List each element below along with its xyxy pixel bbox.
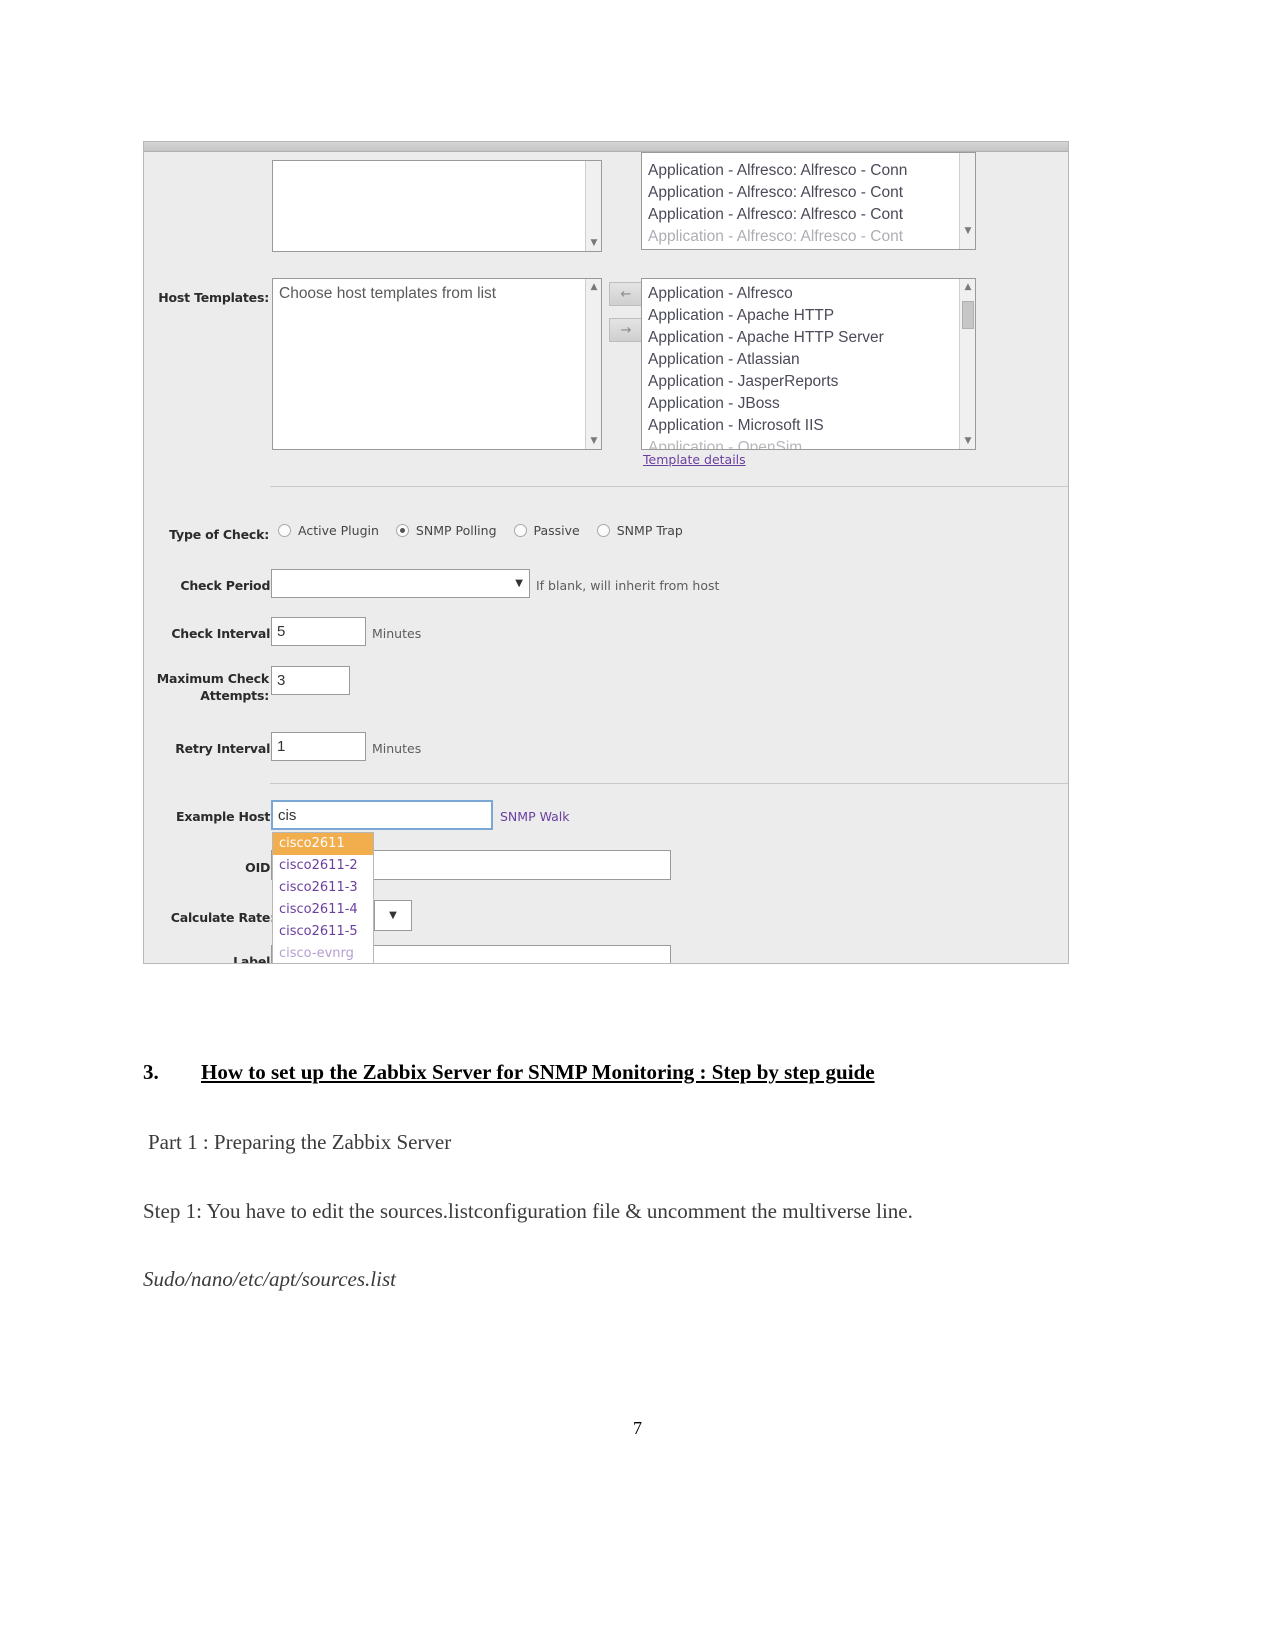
autocomplete-item[interactable]: cisco2611-2 [273, 855, 373, 877]
retry-interval-label: Retry Interval: [175, 741, 275, 756]
max-check-attempts-label: Maximum Check Attempts: [144, 670, 269, 704]
host-templates-chosen-items: Choose host templates from list [273, 279, 585, 449]
heading-number: 3. [143, 1060, 159, 1084]
list-item[interactable]: Application - Apache HTTP [648, 305, 959, 327]
radio-label: SNMP Trap [616, 523, 683, 538]
max-check-attempts-label-line2: Attempts: [200, 688, 269, 703]
scroll-down-icon[interactable]: ▼ [960, 433, 975, 449]
scroll-down-icon[interactable]: ▼ [586, 433, 601, 449]
heading-title: How to set up the Zabbix Server for SNMP… [201, 1060, 875, 1084]
embedded-screenshot: ▼ Application - Alfresco: Alfresco - Con… [143, 141, 1069, 964]
host-templates-chosen-listbox[interactable]: Choose host templates from list ▲ ▼ [272, 278, 602, 450]
list-item[interactable]: Application - Microsoft IIS [648, 415, 959, 437]
radio-active-plugin[interactable]: Active Plugin [278, 523, 379, 538]
paragraph-step1: Step 1: You have to edit the sources.lis… [143, 1199, 913, 1223]
autocomplete-item[interactable]: cisco-evnrg [273, 943, 373, 963]
scroll-down-icon[interactable]: ▼ [960, 223, 975, 239]
list-item[interactable]: Application - OpenSim [648, 437, 959, 449]
page-number: 7 [633, 1418, 642, 1438]
autocomplete-item[interactable]: cisco2611-3 [273, 877, 373, 899]
example-host-autocomplete[interactable]: cisco2611 cisco2611-2 cisco2611-3 cisco2… [272, 832, 374, 963]
list-item[interactable]: Application - Alfresco: Alfresco - Cont [648, 182, 959, 204]
paragraph-command: Sudo/nano/etc/apt/sources.list [143, 1267, 396, 1291]
template-details-link[interactable]: Template details [643, 452, 746, 467]
top-right-listbox[interactable]: Application - Alfresco: Alfresco - Conn … [641, 152, 976, 250]
host-templates-available-items: Application - Alfresco Application - Apa… [642, 279, 959, 449]
scroll-up-icon[interactable]: ▲ [586, 279, 601, 295]
check-interval-input[interactable]: 5 [271, 617, 366, 646]
add-template-button[interactable]: ← [609, 282, 643, 306]
top-left-listbox-items [273, 161, 585, 251]
scrollbar-thumb[interactable] [962, 301, 974, 329]
scroll-down-icon[interactable]: ▼ [586, 235, 601, 251]
paragraph-part1: Part 1 : Preparing the Zabbix Server [148, 1130, 452, 1154]
radio-icon-selected[interactable] [395, 524, 409, 537]
max-check-attempts-input[interactable]: 3 [271, 666, 350, 695]
list-item[interactable]: Application - Alfresco [648, 283, 959, 305]
radio-snmp-trap[interactable]: SNMP Trap [596, 523, 683, 538]
example-host-input[interactable]: cis [271, 800, 493, 830]
type-of-check-label: Type of Check: [169, 527, 269, 542]
arrow-left-icon: ← [620, 286, 632, 302]
radio-icon[interactable] [278, 524, 291, 537]
top-right-scrollbar[interactable]: ▼ [959, 153, 975, 249]
list-item[interactable]: Application - Atlassian [648, 349, 959, 371]
autocomplete-item[interactable]: cisco2611-4 [273, 899, 373, 921]
list-item-clipped[interactable] [648, 153, 959, 160]
chevron-down-icon: ▼ [389, 910, 397, 921]
top-left-scrollbar[interactable]: ▼ [585, 161, 601, 251]
radio-snmp-polling[interactable]: SNMP Polling [395, 523, 497, 538]
list-item[interactable]: Application - JasperReports [648, 371, 959, 393]
host-templates-placeholder: Choose host templates from list [279, 285, 497, 302]
example-host-label: Example Host: [176, 809, 275, 824]
calculate-rate-label: Calculate Rate: [170, 910, 275, 925]
max-check-attempts-label-line1: Maximum Check [156, 671, 269, 686]
retry-interval-unit: Minutes [372, 741, 422, 756]
radio-label: Passive [533, 523, 580, 538]
remove-template-button[interactable]: → [609, 318, 643, 342]
calculate-rate-select[interactable]: ▼ [374, 900, 412, 931]
section-divider-2 [270, 783, 1068, 784]
radio-label: SNMP Polling [415, 523, 497, 538]
retry-interval-input[interactable]: 1 [271, 732, 366, 761]
top-right-listbox-items: Application - Alfresco: Alfresco - Conn … [642, 153, 959, 249]
chevron-down-icon: ▼ [515, 578, 523, 589]
radio-label: Active Plugin [298, 523, 379, 538]
scroll-up-icon[interactable]: ▲ [960, 279, 975, 295]
list-item[interactable]: Application - Alfresco: Alfresco - Cont [648, 226, 959, 248]
window-titlebar [144, 142, 1068, 152]
autocomplete-item-selected[interactable]: cisco2611 [273, 833, 373, 855]
label-field-label: Label: [233, 954, 275, 964]
check-period-label: Check Period: [180, 578, 275, 593]
check-interval-label: Check Interval: [171, 626, 275, 641]
host-templates-available-listbox[interactable]: Application - Alfresco Application - Apa… [641, 278, 976, 450]
type-of-check-radio-group[interactable]: Active Plugin SNMP Polling Passive SNMP … [278, 523, 700, 538]
radio-icon[interactable] [596, 524, 610, 537]
host-templates-label: Host Templates: [158, 290, 269, 305]
list-item[interactable]: Application - Alfresco: Alfresco - Cont [648, 204, 959, 226]
top-left-listbox[interactable]: ▼ [272, 160, 602, 252]
oid-label: OID: [245, 860, 275, 875]
host-templates-available-scrollbar[interactable]: ▲ ▼ [959, 279, 975, 449]
arrow-right-icon: → [620, 322, 632, 338]
list-item[interactable]: Application - JBoss [648, 393, 959, 415]
check-period-select[interactable]: ▼ [271, 569, 530, 598]
autocomplete-item[interactable]: cisco2611-5 [273, 921, 373, 943]
list-item[interactable]: Application - Alfresco: Alfresco - Conn [648, 160, 959, 182]
snmp-walk-link[interactable]: SNMP Walk [500, 809, 570, 824]
section-divider [270, 486, 1068, 487]
host-templates-chosen-scrollbar[interactable]: ▲ ▼ [585, 279, 601, 449]
list-item[interactable]: Application - Apache HTTP Server [648, 327, 959, 349]
page-heading: 3. How to set up the Zabbix Server for SN… [143, 1060, 1123, 1085]
radio-passive[interactable]: Passive [513, 523, 580, 538]
check-period-hint: If blank, will inherit from host [536, 578, 720, 593]
radio-icon[interactable] [513, 524, 527, 537]
check-interval-unit: Minutes [372, 626, 422, 641]
